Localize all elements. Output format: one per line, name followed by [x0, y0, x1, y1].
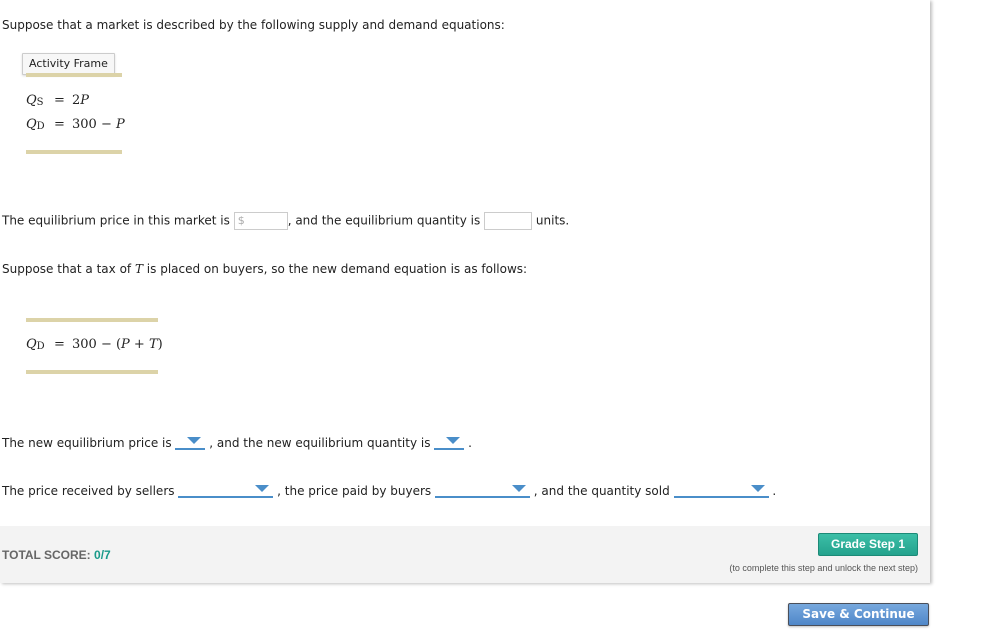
chevron-down-icon: [255, 485, 270, 492]
intro-text: Suppose that a market is described by th…: [2, 18, 505, 32]
chevron-down-icon: [187, 437, 202, 444]
supply-equation: QS = 2P: [26, 93, 90, 108]
price-paid-by-buyers-dropdown[interactable]: [434, 482, 530, 498]
new-equilibrium-question: The new equilibrium price is , and the n…: [2, 434, 472, 450]
save-continue-button[interactable]: Save & Continue: [788, 603, 929, 626]
tax-incidence-question: The price received by sellers , the pric…: [2, 482, 777, 498]
quantity-sold-dropdown[interactable]: [673, 482, 769, 498]
tax-intro-text: Suppose that a tax of T is placed on buy…: [2, 262, 528, 276]
new-equilibrium-price-dropdown[interactable]: [175, 434, 206, 450]
score-footer: TOTAL SCORE: 0/7 Grade Step 1 (to comple…: [0, 526, 930, 583]
grade-step-button[interactable]: Grade Step 1: [818, 533, 918, 556]
new-equilibrium-quantity-dropdown[interactable]: [434, 434, 465, 450]
score-value: 0/7: [94, 548, 111, 562]
price-received-by-sellers-dropdown[interactable]: [178, 482, 274, 498]
equation-rule-bottom: [26, 150, 122, 154]
chevron-down-icon: [750, 485, 765, 492]
equilibrium-price-input[interactable]: $: [233, 212, 288, 230]
equilibrium-quantity-input[interactable]: [484, 212, 533, 230]
equation-rule-top: [26, 73, 122, 77]
grade-note: (to complete this step and unlock the ne…: [729, 563, 918, 573]
chevron-down-icon: [511, 485, 526, 492]
tax-demand-equation: QD = 300 − (P + T): [26, 337, 163, 352]
equilibrium-question: The equilibrium price in this market is …: [2, 212, 569, 230]
activity-frame-button[interactable]: Activity Frame: [22, 53, 115, 75]
tax-equation-rule-bottom: [26, 370, 158, 374]
question-panel: Suppose that a market is described by th…: [0, 0, 930, 583]
tax-equation-rule-top: [26, 318, 158, 322]
demand-equation: QD = 300 − P: [26, 117, 125, 132]
total-score: TOTAL SCORE: 0/7: [2, 548, 111, 562]
chevron-down-icon: [446, 437, 461, 444]
